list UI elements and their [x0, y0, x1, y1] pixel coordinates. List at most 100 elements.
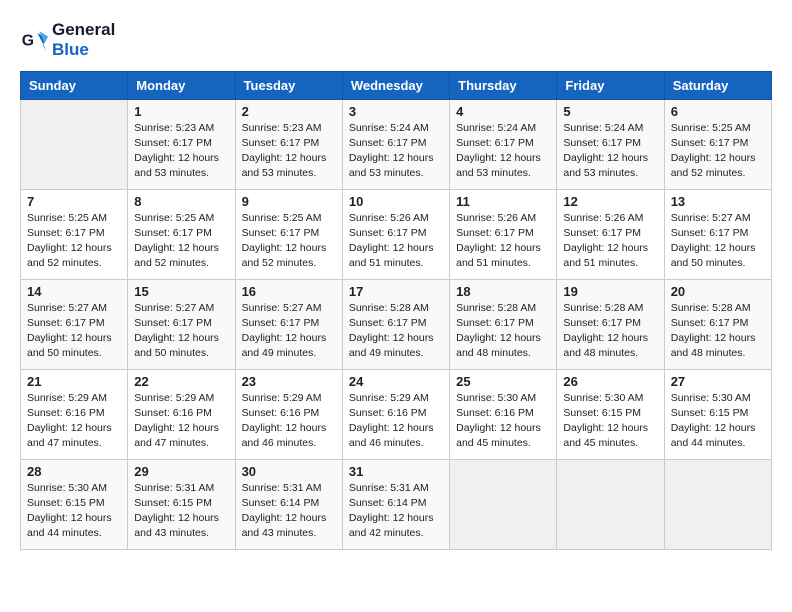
day-number: 6	[671, 104, 765, 119]
calendar-cell: 1Sunrise: 5:23 AMSunset: 6:17 PMDaylight…	[128, 99, 235, 189]
column-header-monday: Monday	[128, 71, 235, 99]
logo-icon: G	[20, 26, 48, 54]
column-header-thursday: Thursday	[450, 71, 557, 99]
calendar-cell: 16Sunrise: 5:27 AMSunset: 6:17 PMDayligh…	[235, 279, 342, 369]
calendar-cell: 8 Sunrise: 5:25 AMSunset: 6:17 PMDaylight…	[128, 189, 235, 279]
calendar-cell	[21, 99, 128, 189]
calendar-cell: 18 Sunrise: 5:28 AMSunset: 6:17 PMDayligh…	[450, 279, 557, 369]
calendar-cell: 15Sunrise: 5:27 AMSunset: 6:17 PMDayligh…	[128, 279, 235, 369]
calendar-cell: 14 Sunrise: 5:27 AMSunset: 6:17 PMDayligh…	[21, 279, 128, 369]
column-header-sunday: Sunday	[21, 71, 128, 99]
calendar-week-row: 28 Sunrise: 5:30 AMSunset: 6:15 PMDayligh…	[21, 459, 772, 549]
day-number: 8	[134, 194, 228, 209]
day-info: Sunrise: 5:29 AMSunset: 6:16 PMDaylight:…	[242, 391, 336, 452]
calendar-week-row: 21 Sunrise: 5:29 AMSunset: 6:16 PMDayligh…	[21, 369, 772, 459]
calendar-cell: 31 Sunrise: 5:31 AMSunset: 6:14 PMDayligh…	[342, 459, 449, 549]
day-info: Sunrise: 5:23 AMSunset: 6:17 PMDaylight:…	[242, 121, 336, 182]
calendar-week-row: 1Sunrise: 5:23 AMSunset: 6:17 PMDaylight…	[21, 99, 772, 189]
calendar-cell	[664, 459, 771, 549]
day-number: 17	[349, 284, 443, 299]
day-number: 23	[242, 374, 336, 389]
calendar-week-row: 14 Sunrise: 5:27 AMSunset: 6:17 PMDayligh…	[21, 279, 772, 369]
day-info: Sunrise: 5:26 AMSunset: 6:17 PMDaylight:…	[456, 211, 550, 272]
calendar-header-row: SundayMondayTuesdayWednesdayThursdayFrid…	[21, 71, 772, 99]
calendar-cell: 22 Sunrise: 5:29 AMSunset: 6:16 PMDayligh…	[128, 369, 235, 459]
calendar-week-row: 7 Sunrise: 5:25 AMSunset: 6:17 PMDaylight…	[21, 189, 772, 279]
day-info: Sunrise: 5:26 AMSunset: 6:17 PMDaylight:…	[563, 211, 657, 272]
calendar-cell: 19 Sunrise: 5:28 AMSunset: 6:17 PMDayligh…	[557, 279, 664, 369]
day-info: Sunrise: 5:28 AMSunset: 6:17 PMDaylight:…	[671, 301, 765, 362]
calendar-cell: 24Sunrise: 5:29 AMSunset: 6:16 PMDayligh…	[342, 369, 449, 459]
day-number: 3	[349, 104, 443, 119]
column-header-tuesday: Tuesday	[235, 71, 342, 99]
day-info: Sunrise: 5:25 AMSunset: 6:17 PMDaylight:…	[134, 211, 228, 272]
day-info: Sunrise: 5:28 AMSunset: 6:17 PMDaylight:…	[456, 301, 550, 362]
day-number: 28	[27, 464, 121, 479]
day-info: Sunrise: 5:25 AMSunset: 6:17 PMDaylight:…	[242, 211, 336, 272]
day-info: Sunrise: 5:27 AMSunset: 6:17 PMDaylight:…	[27, 301, 121, 362]
calendar-cell: 5 Sunrise: 5:24 AMSunset: 6:17 PMDaylight…	[557, 99, 664, 189]
day-number: 9	[242, 194, 336, 209]
day-info: Sunrise: 5:24 AMSunset: 6:17 PMDaylight:…	[349, 121, 443, 182]
day-number: 4	[456, 104, 550, 119]
calendar-cell	[557, 459, 664, 549]
day-number: 14	[27, 284, 121, 299]
day-info: Sunrise: 5:30 AMSunset: 6:15 PMDaylight:…	[671, 391, 765, 452]
day-info: Sunrise: 5:23 AMSunset: 6:17 PMDaylight:…	[134, 121, 228, 182]
day-number: 22	[134, 374, 228, 389]
day-number: 31	[349, 464, 443, 479]
calendar-cell: 2 Sunrise: 5:23 AMSunset: 6:17 PMDaylight…	[235, 99, 342, 189]
day-info: Sunrise: 5:29 AMSunset: 6:16 PMDaylight:…	[134, 391, 228, 452]
calendar-cell: 17 Sunrise: 5:28 AMSunset: 6:17 PMDayligh…	[342, 279, 449, 369]
day-info: Sunrise: 5:27 AMSunset: 6:17 PMDaylight:…	[242, 301, 336, 362]
day-number: 20	[671, 284, 765, 299]
calendar-table: SundayMondayTuesdayWednesdayThursdayFrid…	[20, 71, 772, 550]
day-number: 30	[242, 464, 336, 479]
calendar-cell: 28 Sunrise: 5:30 AMSunset: 6:15 PMDayligh…	[21, 459, 128, 549]
day-info: Sunrise: 5:27 AMSunset: 6:17 PMDaylight:…	[671, 211, 765, 272]
day-number: 19	[563, 284, 657, 299]
day-number: 24	[349, 374, 443, 389]
day-info: Sunrise: 5:26 AMSunset: 6:17 PMDaylight:…	[349, 211, 443, 272]
day-number: 26	[563, 374, 657, 389]
calendar-cell: 7Sunrise: 5:25 AMSunset: 6:17 PMDaylight…	[21, 189, 128, 279]
calendar-cell: 25 Sunrise: 5:30 AMSunset: 6:16 PMDayligh…	[450, 369, 557, 459]
day-number: 18	[456, 284, 550, 299]
day-number: 25	[456, 374, 550, 389]
day-info: Sunrise: 5:30 AMSunset: 6:16 PMDaylight:…	[456, 391, 550, 452]
day-info: Sunrise: 5:30 AMSunset: 6:15 PMDaylight:…	[563, 391, 657, 452]
logo-text: General Blue	[52, 20, 115, 61]
day-info: Sunrise: 5:28 AMSunset: 6:17 PMDaylight:…	[349, 301, 443, 362]
day-number: 12	[563, 194, 657, 209]
calendar-cell: 9 Sunrise: 5:25 AMSunset: 6:17 PMDaylight…	[235, 189, 342, 279]
calendar-cell: 20 Sunrise: 5:28 AMSunset: 6:17 PMDayligh…	[664, 279, 771, 369]
day-number: 11	[456, 194, 550, 209]
calendar-cell: 30 Sunrise: 5:31 AMSunset: 6:14 PMDayligh…	[235, 459, 342, 549]
day-number: 2	[242, 104, 336, 119]
calendar-cell: 23 Sunrise: 5:29 AMSunset: 6:16 PMDayligh…	[235, 369, 342, 459]
day-info: Sunrise: 5:28 AMSunset: 6:17 PMDaylight:…	[563, 301, 657, 362]
calendar-cell: 27 Sunrise: 5:30 AMSunset: 6:15 PMDayligh…	[664, 369, 771, 459]
calendar-cell: 12 Sunrise: 5:26 AMSunset: 6:17 PMDayligh…	[557, 189, 664, 279]
day-info: Sunrise: 5:27 AMSunset: 6:17 PMDaylight:…	[134, 301, 228, 362]
calendar-cell: 21 Sunrise: 5:29 AMSunset: 6:16 PMDayligh…	[21, 369, 128, 459]
column-header-wednesday: Wednesday	[342, 71, 449, 99]
day-number: 27	[671, 374, 765, 389]
day-info: Sunrise: 5:30 AMSunset: 6:15 PMDaylight:…	[27, 481, 121, 542]
day-number: 7	[27, 194, 121, 209]
day-number: 10	[349, 194, 443, 209]
day-info: Sunrise: 5:29 AMSunset: 6:16 PMDaylight:…	[27, 391, 121, 452]
day-number: 21	[27, 374, 121, 389]
calendar-cell: 13 Sunrise: 5:27 AMSunset: 6:17 PMDayligh…	[664, 189, 771, 279]
day-number: 13	[671, 194, 765, 209]
day-info: Sunrise: 5:24 AMSunset: 6:17 PMDaylight:…	[563, 121, 657, 182]
day-number: 5	[563, 104, 657, 119]
day-info: Sunrise: 5:31 AMSunset: 6:14 PMDaylight:…	[242, 481, 336, 542]
calendar-cell: 6 Sunrise: 5:25 AMSunset: 6:17 PMDaylight…	[664, 99, 771, 189]
column-header-saturday: Saturday	[664, 71, 771, 99]
logo: G General Blue	[20, 20, 115, 61]
day-info: Sunrise: 5:31 AMSunset: 6:15 PMDaylight:…	[134, 481, 228, 542]
day-info: Sunrise: 5:25 AMSunset: 6:17 PMDaylight:…	[671, 121, 765, 182]
calendar-cell: 26 Sunrise: 5:30 AMSunset: 6:15 PMDayligh…	[557, 369, 664, 459]
day-info: Sunrise: 5:31 AMSunset: 6:14 PMDaylight:…	[349, 481, 443, 542]
